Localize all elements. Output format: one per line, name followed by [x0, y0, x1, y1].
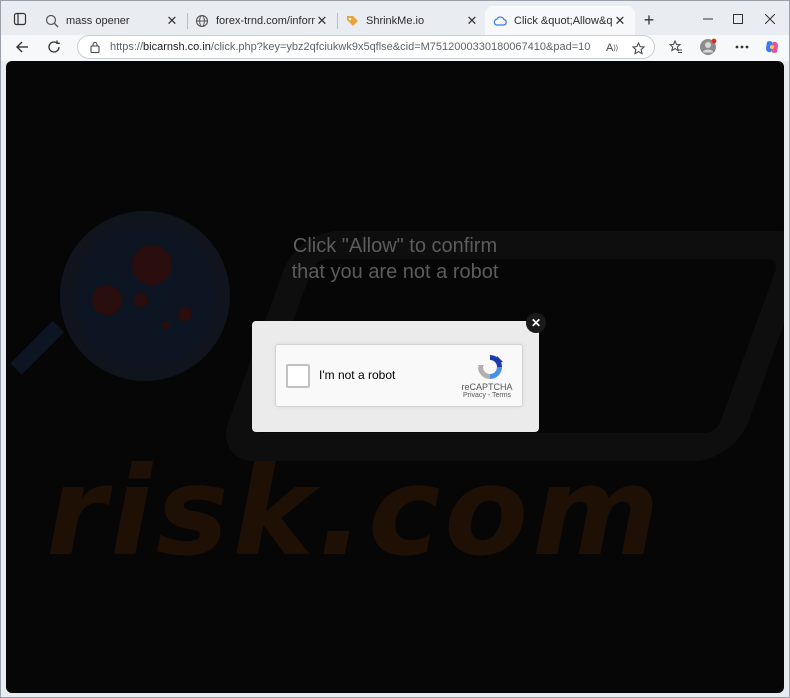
tab-actions-icon: [13, 12, 27, 26]
tab-mass-opener[interactable]: mass opener ✕: [37, 6, 187, 35]
globe-icon: [195, 14, 209, 28]
navigation-toolbar: https://bicarnsh.co.in/click.php?key=ybz…: [1, 35, 789, 61]
checkbox-label: I'm not a robot: [319, 368, 396, 382]
tab-actions-button[interactable]: [7, 7, 33, 31]
close-icon[interactable]: ✕: [613, 13, 627, 28]
profile-button[interactable]: [697, 37, 719, 57]
tab-title: forex-trnd.com/information: [216, 14, 315, 27]
not-robot-checkbox[interactable]: [286, 364, 310, 388]
address-bar[interactable]: https://bicarnsh.co.in/click.php?key=ybz…: [77, 35, 655, 59]
headline-line-1: Click "Allow" to confirm: [292, 235, 498, 257]
privacy-terms-link[interactable]: Privacy - Terms: [452, 392, 522, 399]
page-headline: Click "Allow" to confirm that you are no…: [6, 233, 784, 285]
url-text: https://bicarnsh.co.in/click.php?key=ybz…: [110, 41, 590, 53]
tab-strip: mass opener ✕ forex-trnd.com/information…: [1, 1, 789, 35]
page-content: risk.com Click "Allow" to confirm that y…: [6, 61, 784, 693]
more-menu-button[interactable]: [731, 37, 753, 57]
back-button[interactable]: [9, 35, 35, 59]
close-window-button[interactable]: [755, 9, 785, 29]
tab-title: ShrinkMe.io: [366, 14, 425, 27]
watermark-handle: [10, 320, 65, 375]
tag-icon: [345, 14, 359, 28]
lock-icon: [88, 40, 102, 54]
new-tab-button[interactable]: +: [638, 9, 660, 31]
search-globe-icon: [45, 14, 59, 28]
watermark-text: risk.com: [46, 441, 664, 583]
ellipsis-icon: [735, 45, 749, 49]
tab-shrinkme[interactable]: ShrinkMe.io ✕: [337, 6, 487, 35]
headline-line-2: that you are not a robot: [291, 261, 499, 283]
refresh-icon: [48, 40, 60, 53]
minimize-button[interactable]: [693, 9, 723, 29]
minimize-icon: [703, 18, 713, 20]
tab-title: Click &quot;Allow&quot;: [514, 14, 613, 27]
favorites-button[interactable]: [665, 37, 687, 57]
close-icon: [765, 14, 775, 24]
close-icon[interactable]: ✕: [165, 13, 179, 28]
star-icon[interactable]: [630, 40, 646, 56]
recaptcha-widget: I'm not a robot reCAPTCHA Privacy - Term…: [275, 344, 523, 407]
maximize-button[interactable]: [723, 9, 753, 29]
captcha-modal: I'm not a robot reCAPTCHA Privacy - Term…: [252, 321, 539, 432]
recaptcha-brand: reCAPTCHA: [461, 382, 513, 392]
arrow-left-icon: [16, 41, 28, 53]
browser-window: mass opener ✕ forex-trnd.com/information…: [0, 0, 790, 698]
favorites-icon: [669, 40, 682, 53]
cloud-icon: [493, 14, 507, 28]
read-aloud-icon[interactable]: A)): [604, 40, 620, 56]
close-icon[interactable]: ✕: [465, 13, 479, 28]
tab-click-allow[interactable]: Click &quot;Allow&quot; ✕: [485, 6, 635, 35]
tab-forex[interactable]: forex-trnd.com/information ✕: [187, 6, 337, 35]
recaptcha-icon: [478, 355, 503, 379]
modal-close-button[interactable]: ✕: [526, 313, 546, 333]
refresh-button[interactable]: [41, 35, 67, 59]
maximize-icon: [733, 14, 743, 24]
tab-title: mass opener: [66, 14, 130, 27]
copilot-icon: [766, 41, 778, 53]
avatar: [700, 38, 717, 55]
close-icon[interactable]: ✕: [315, 13, 329, 28]
copilot-button[interactable]: [761, 37, 783, 57]
